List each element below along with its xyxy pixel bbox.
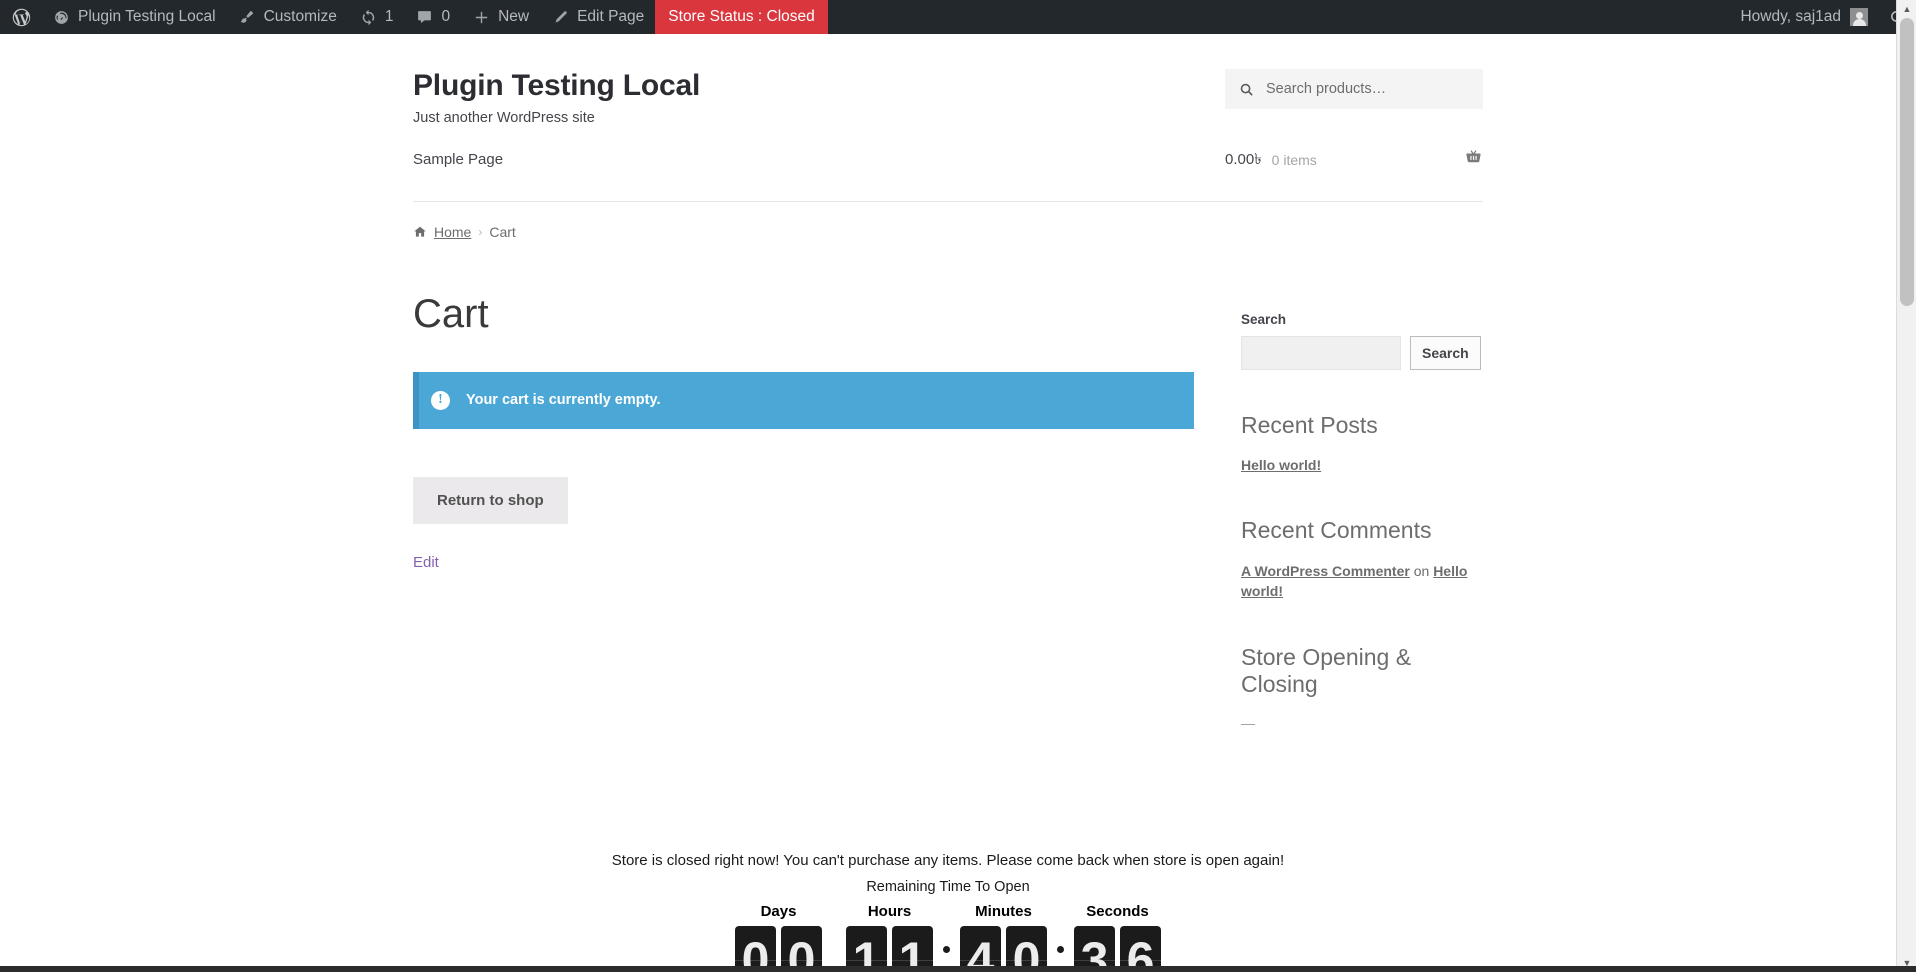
widget-recent-comments: Recent Comments A WordPress Commenter on… [1241, 517, 1483, 601]
edit-page-link-inline[interactable]: Edit [413, 554, 439, 571]
product-search-input[interactable] [1264, 80, 1469, 98]
cart-total-amount: 0.00৳ [1225, 150, 1262, 168]
site-name-menu[interactable]: Plugin Testing Local [41, 0, 227, 34]
store-closed-banner: Store is closed right now! You can't pur… [0, 852, 1896, 972]
cart-item-count: 0 items [1271, 152, 1317, 168]
comments-link[interactable]: 0 [404, 0, 461, 34]
list-item[interactable]: A WordPress Commenter on Hello world! [1241, 561, 1483, 602]
paintbrush-icon [238, 8, 257, 27]
plus-icon [472, 8, 491, 27]
new-content-label: New [498, 8, 530, 25]
updates-link[interactable]: 1 [348, 0, 405, 34]
my-account-menu[interactable]: Howdy, saj1ad [1730, 0, 1878, 34]
countdown-seconds-label: Seconds [1086, 903, 1149, 920]
pencil-icon [551, 8, 570, 27]
nav-item-sample-page[interactable]: Sample Page [413, 151, 503, 169]
comment-author-link[interactable]: A WordPress Commenter [1241, 563, 1410, 579]
page-title: Cart [413, 291, 489, 336]
main-content: Cart ! Your cart is currently empty. Ret… [413, 292, 1195, 773]
scroll-up-arrow[interactable]: ▲ [1897, 0, 1916, 18]
site-header: Plugin Testing Local Just another WordPr… [0, 34, 1896, 202]
customize-link[interactable]: Customize [227, 0, 348, 34]
store-hours-body: — [1241, 714, 1255, 731]
edit-page-label: Edit Page [577, 8, 645, 25]
site-description: Just another WordPress site [413, 109, 595, 126]
avatar [1850, 8, 1868, 26]
updates-count: 1 [384, 8, 394, 25]
store-hours-title: Store Opening & Closing [1241, 643, 1412, 698]
site-name-label: Plugin Testing Local [78, 8, 216, 25]
recent-posts-title: Recent Posts [1241, 411, 1378, 438]
header-row: Plugin Testing Local Just another WordPr… [413, 69, 1483, 126]
primary-nav: Sample Page [413, 151, 503, 169]
remaining-time-label: Remaining Time To Open [866, 879, 1030, 895]
updates-icon [359, 8, 378, 27]
countdown-hours: Hours 1 1 [846, 903, 933, 972]
list-item[interactable]: Hello world! [1241, 455, 1483, 475]
widget-store-hours: Store Opening & Closing — [1241, 644, 1483, 731]
countdown-seconds: Seconds 3 6 [1074, 903, 1161, 972]
content-row: Cart ! Your cart is currently empty. Ret… [413, 240, 1483, 773]
breadcrumb-separator: › [478, 224, 483, 239]
countdown-minutes-label: Minutes [975, 903, 1032, 920]
recent-comments-title: Recent Comments [1241, 517, 1432, 544]
countdown-timer: Days 000 0 Hours 1 1 Minutes 4 0 [735, 903, 1161, 972]
comments-count: 0 [441, 8, 451, 25]
search-widget-form: Search [1241, 335, 1483, 370]
new-content-menu[interactable]: New [461, 0, 540, 34]
countdown-days: Days 000 0 [735, 903, 822, 972]
product-search-box[interactable] [1225, 69, 1483, 109]
nav-link-sample-page[interactable]: Sample Page [413, 151, 503, 168]
horizontal-scrollbar[interactable] [0, 966, 1916, 972]
store-status-badge[interactable]: Store Status : Closed [655, 0, 828, 34]
howdy-label: Howdy, saj1ad [1740, 8, 1841, 25]
widget-search: Search Search [1241, 312, 1483, 370]
recent-comments-list: A WordPress Commenter on Hello world! [1241, 561, 1483, 602]
wp-logo-menu[interactable] [0, 0, 41, 34]
comment-bubble-icon [415, 8, 434, 27]
comment-on-word: on [1413, 562, 1430, 579]
site-branding: Plugin Testing Local Just another WordPr… [413, 69, 700, 126]
breadcrumb-home-link[interactable]: Home [434, 224, 471, 240]
edit-page-link[interactable]: Edit Page [540, 0, 655, 34]
cart-summary[interactable]: 0.00৳ 0 items [1225, 148, 1483, 173]
countdown-days-label: Days [760, 903, 797, 920]
page-canvas: Plugin Testing Local Just another WordPr… [0, 34, 1896, 972]
shopping-basket-icon[interactable] [1464, 148, 1483, 172]
search-widget-title: Search [1241, 311, 1287, 327]
vertical-scrollbar-thumb[interactable] [1900, 18, 1914, 306]
dashboard-icon [52, 8, 71, 27]
vertical-scrollbar[interactable]: ▲ ▼ [1896, 0, 1916, 972]
admin-bar-right: Howdy, saj1ad [1730, 0, 1916, 34]
primary-navigation-row: Sample Page 0.00৳ 0 items [413, 126, 1483, 202]
recent-post-link[interactable]: Hello world! [1241, 457, 1321, 473]
store-closed-message: Store is closed right now! You can't pur… [611, 852, 1285, 869]
cart-empty-notice: ! Your cart is currently empty. [413, 371, 1194, 429]
recent-posts-list: Hello world! [1241, 455, 1483, 475]
wordpress-logo-icon [12, 8, 31, 27]
return-to-shop-button[interactable]: Return to shop [413, 476, 568, 524]
breadcrumb: Home › Cart [413, 202, 1483, 240]
exclamation-icon: ! [431, 390, 450, 410]
home-icon [413, 225, 427, 239]
site-title[interactable]: Plugin Testing Local [413, 69, 700, 104]
countdown-minutes: Minutes 4 0 [960, 903, 1047, 972]
search-widget-submit[interactable]: Search [1410, 335, 1481, 370]
wp-admin-bar: Plugin Testing Local Customize 1 0 New E… [0, 0, 1916, 34]
search-icon [1239, 82, 1254, 97]
breadcrumb-current: Cart [489, 223, 516, 240]
customize-label: Customize [263, 8, 337, 25]
widget-recent-posts: Recent Posts Hello world! [1241, 412, 1483, 476]
sidebar: Search Search Recent Posts Hello world! [1241, 292, 1483, 773]
countdown-hours-label: Hours [867, 903, 912, 920]
cart-empty-text: Your cart is currently empty. [466, 392, 661, 408]
search-widget-input[interactable] [1241, 335, 1401, 370]
